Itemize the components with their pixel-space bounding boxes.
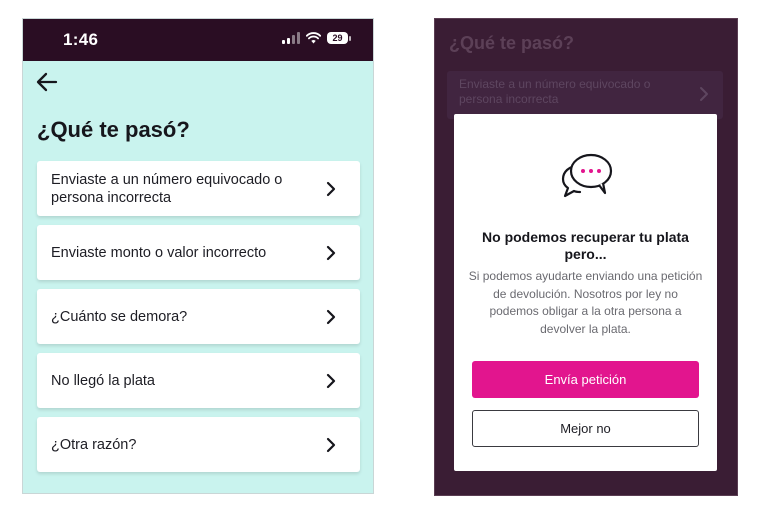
modal-title: No podemos recuperar tu plata pero... [482,229,689,262]
info-modal: No podemos recuperar tu plata pero... Si… [454,114,717,471]
wifi-icon [306,32,321,44]
chevron-right-icon [326,373,336,388]
option-label: Enviaste a un número equivocado o person… [51,171,283,206]
option-list: Enviaste a un número equivocado o person… [37,161,360,481]
option-label: ¿Cuánto se demora? [51,308,188,325]
option-label: ¿Otra razón? [51,436,137,453]
option-wrong-amount[interactable]: Enviaste monto o valor incorrecto [37,225,360,280]
status-time: 1:46 [63,30,99,49]
chevron-right-icon [326,309,336,324]
option-wrong-recipient[interactable]: Enviaste a un número equivocado o person… [37,161,360,216]
option-label: Enviaste monto o valor incorrecto [51,244,267,261]
signal-icon [282,32,300,44]
chevron-right-icon [700,87,708,101]
background-option-label: Enviaste a un número equivocado o person… [459,77,651,106]
modal-body: Si podemos ayudarte enviando una petició… [468,269,703,336]
chat-bubbles-icon [561,153,613,198]
chevron-right-icon [326,437,336,452]
chevron-right-icon [326,181,336,196]
options-screen: 1:46 29 ¿Qué te pasó? Enviaste a un núme… [22,18,374,494]
option-money-not-arrived[interactable]: No llegó la plata [37,353,360,408]
background-title: ¿Qué te pasó? [449,33,575,53]
modal-screen: ¿Qué te pasó? Enviaste a un número equiv… [434,18,738,496]
better-not-button[interactable]: Mejor no [472,410,699,447]
status-bar: 1:46 29 [23,19,373,61]
option-how-long[interactable]: ¿Cuánto se demora? [37,289,360,344]
status-icons: 29 [282,32,351,44]
background-option: Enviaste a un número equivocado o person… [447,71,723,119]
option-other-reason[interactable]: ¿Otra razón? [37,417,360,472]
send-request-button[interactable]: Envía petición [472,361,699,398]
option-label: No llegó la plata [51,372,155,389]
battery-icon: 29 [327,32,351,44]
battery-level: 29 [327,32,348,44]
chevron-right-icon [326,245,336,260]
back-arrow-icon[interactable] [34,69,60,95]
page-title: ¿Qué te pasó? [37,117,190,142]
